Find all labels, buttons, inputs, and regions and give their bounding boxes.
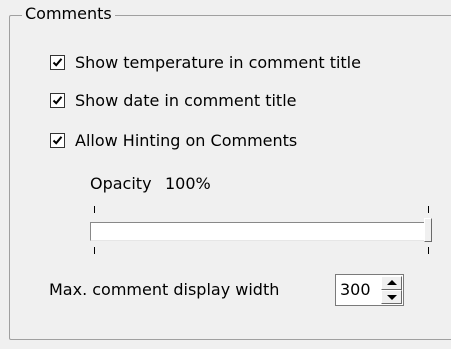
checkmark-icon [52, 135, 63, 145]
allow-hinting-checkbox[interactable]: Allow Hinting on Comments [50, 130, 297, 150]
show-date-checkbox[interactable]: Show date in comment title [50, 90, 296, 110]
allow-hinting-label: Allow Hinting on Comments [75, 130, 298, 150]
spin-up-button[interactable] [381, 276, 402, 290]
slider-tick-bottom-right [428, 247, 429, 254]
max-width-label: Max. comment display width [49, 280, 280, 299]
opacity-slider-thumb[interactable] [424, 218, 432, 242]
max-width-spinbox[interactable] [335, 274, 404, 306]
spin-down-button[interactable] [381, 290, 402, 304]
opacity-slider-track[interactable] [90, 222, 429, 241]
up-arrow-icon [387, 280, 397, 285]
opacity-value: 100% [165, 174, 211, 193]
slider-tick-top-left [94, 206, 95, 213]
show-temperature-checkbox[interactable]: Show temperature in comment title [50, 52, 361, 72]
opacity-label: Opacity [90, 174, 152, 193]
comments-group-title: Comments [22, 4, 115, 24]
checkmark-icon [52, 95, 63, 105]
checkbox-box[interactable] [50, 54, 65, 70]
show-date-label: Show date in comment title [75, 90, 297, 110]
spin-buttons [381, 276, 402, 304]
slider-tick-bottom-left [94, 247, 95, 254]
max-width-input[interactable] [340, 280, 376, 300]
checkmark-icon [52, 57, 63, 67]
checkbox-box[interactable] [50, 92, 65, 108]
show-temperature-label: Show temperature in comment title [75, 52, 361, 72]
slider-tick-top-right [428, 206, 429, 213]
checkbox-box[interactable] [50, 132, 65, 148]
down-arrow-icon [387, 295, 397, 300]
